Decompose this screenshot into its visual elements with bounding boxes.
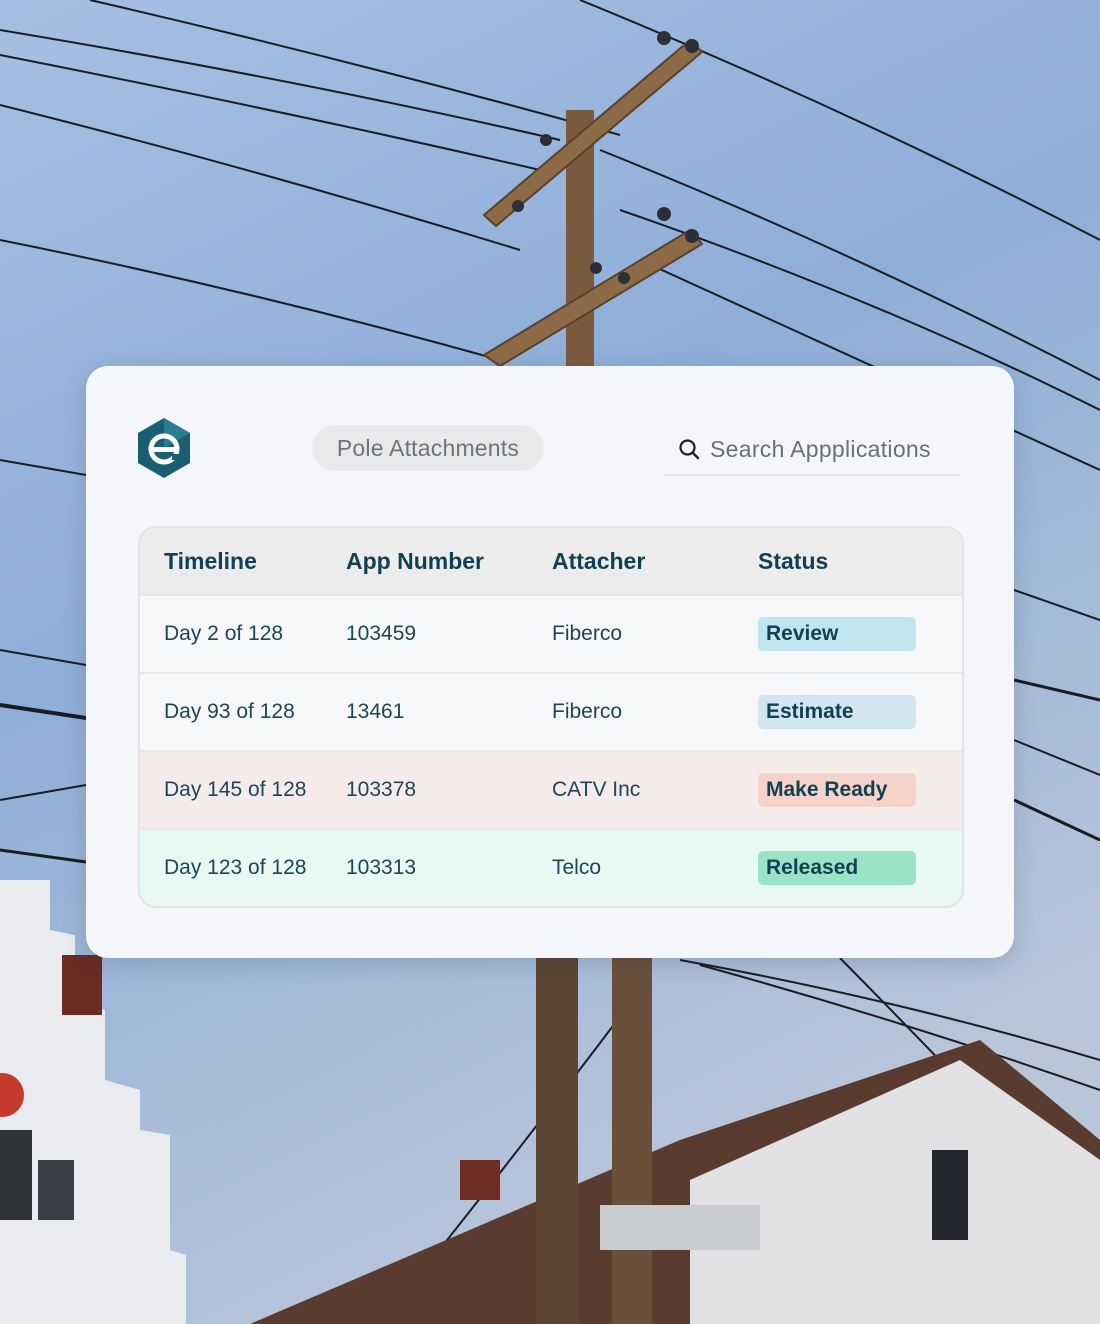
table-row[interactable]: Day 123 of 128 103313 Telco Released <box>140 828 962 906</box>
table-row[interactable]: Day 2 of 128 103459 Fiberco Review <box>140 594 962 672</box>
column-header-attacher[interactable]: Attacher <box>552 548 758 575</box>
status-badge-estimate: Estimate <box>758 695 916 729</box>
app-number-cell: 103378 <box>346 778 417 801</box>
table-header-row: Timeline App Number Attacher Status <box>140 528 962 594</box>
attacher-cell: Fiberco <box>552 700 623 723</box>
search-placeholder: Search Appplications <box>710 435 931 462</box>
applications-panel: Pole Attachments Search Appplications Ti… <box>86 366 1014 958</box>
app-number-cell: 103313 <box>346 856 417 879</box>
status-badge-released: Released <box>758 851 916 885</box>
attacher-cell: Fiberco <box>552 622 623 645</box>
attacher-cell: Telco <box>552 856 602 879</box>
timeline-cell: Day 145 of 128 <box>164 778 307 801</box>
search-field[interactable]: Search Appplications <box>664 424 960 476</box>
column-header-timeline[interactable]: Timeline <box>140 548 346 575</box>
status-badge-review: Review <box>758 617 916 651</box>
section-pill-pole-attachments[interactable]: Pole Attachments <box>312 425 544 471</box>
applications-table: Timeline App Number Attacher Status Day … <box>138 526 964 908</box>
search-icon <box>679 439 700 460</box>
app-number-cell: 13461 <box>346 700 405 723</box>
status-badge-make-ready: Make Ready <box>758 773 916 807</box>
timeline-cell: Day 2 of 128 <box>164 622 284 645</box>
hexagon-e-logo-icon[interactable] <box>136 416 192 480</box>
timeline-cell: Day 93 of 128 <box>164 700 295 723</box>
column-header-status[interactable]: Status <box>758 548 962 575</box>
table-row[interactable]: Day 93 of 128 13461 Fiberco Estimate <box>140 672 962 750</box>
table-row[interactable]: Day 145 of 128 103378 CATV Inc Make Read… <box>140 750 962 828</box>
column-header-app-number[interactable]: App Number <box>346 548 552 575</box>
attacher-cell: CATV Inc <box>552 778 641 801</box>
timeline-cell: Day 123 of 128 <box>164 856 307 879</box>
app-number-cell: 103459 <box>346 622 417 645</box>
